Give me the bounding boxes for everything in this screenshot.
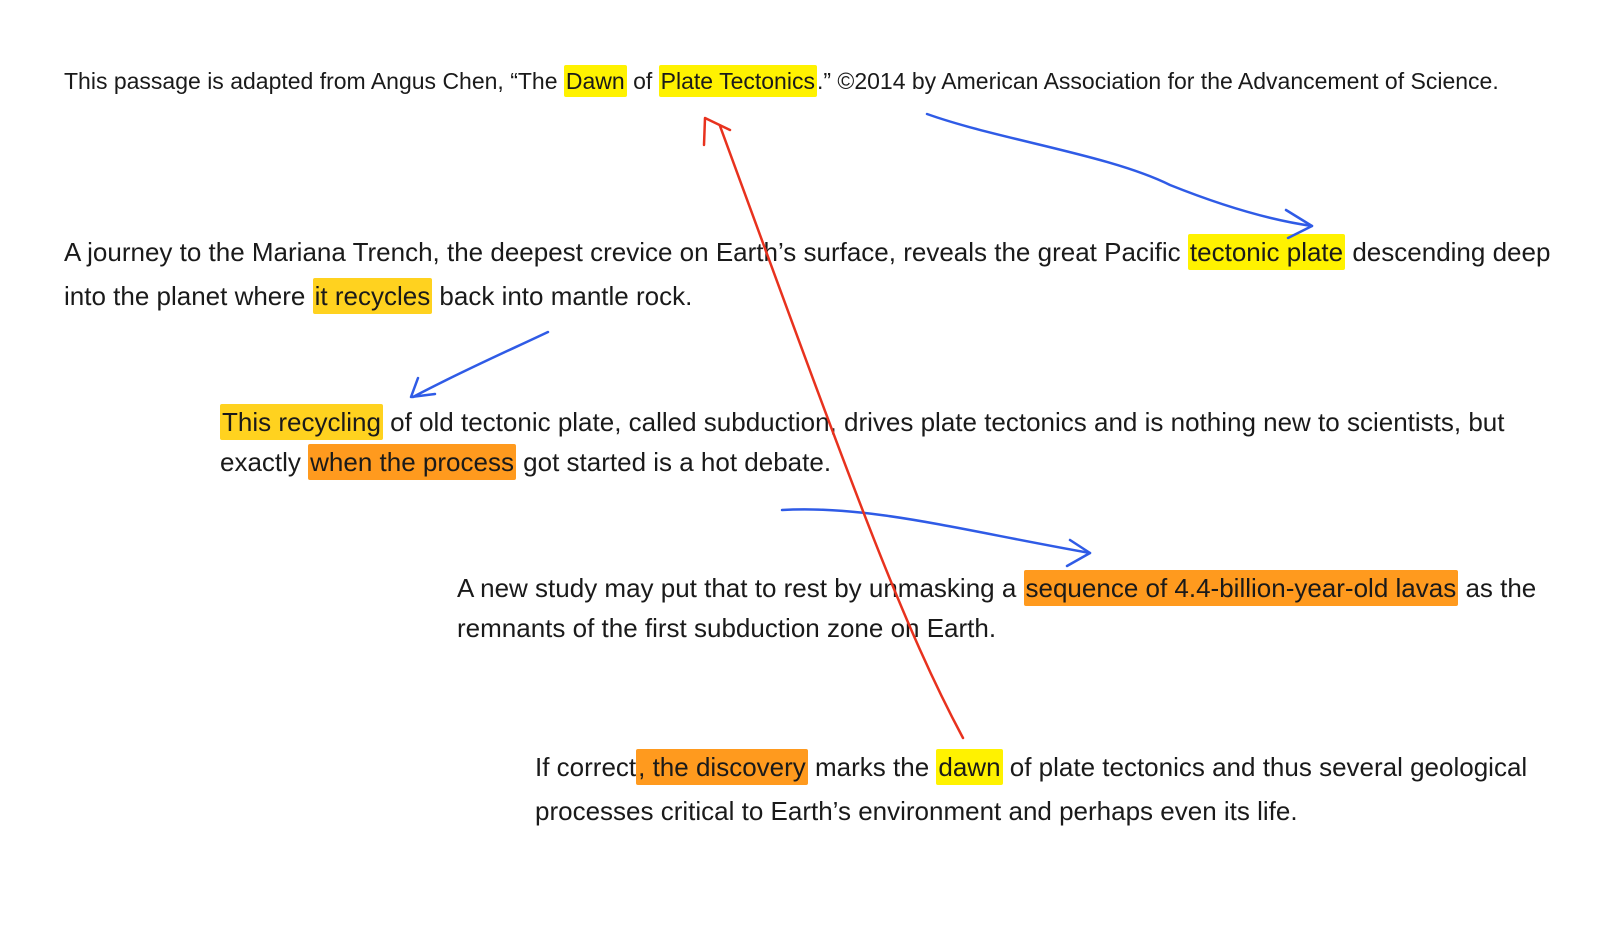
text-run: This passage is adapted from Angus Chen,… xyxy=(64,68,564,94)
text-run: A journey to the Mariana Trench, the dee… xyxy=(64,237,1188,267)
paragraph-mariana-trench: A journey to the Mariana Trench, the dee… xyxy=(64,230,1564,318)
text-run: marks the xyxy=(807,752,937,782)
text-run: If correct xyxy=(535,752,637,782)
text-run: of xyxy=(626,68,659,94)
highlight-this-recycling: This recycling xyxy=(220,404,383,440)
highlight-plate-tectonics-title: Plate Tectonics xyxy=(658,65,817,97)
text-run: back into mantle rock. xyxy=(432,281,693,311)
highlight-when-the-process: when the process xyxy=(308,444,516,480)
blue-arrow-process-to-sequence xyxy=(780,508,1092,568)
paragraph-new-study: A new study may put that to rest by unma… xyxy=(457,568,1557,648)
source-citation: This passage is adapted from Angus Chen,… xyxy=(64,60,1574,102)
blue-arrow-title-to-tectonic-plate xyxy=(925,112,1314,240)
paragraph-if-correct: If correct, the discovery marks the dawn… xyxy=(535,745,1585,833)
text-run: got started is a hot debate. xyxy=(515,447,832,477)
highlight-dawn-title: Dawn xyxy=(563,65,627,97)
text-run: A new study may put that to rest by unma… xyxy=(457,573,1024,603)
paragraph-subduction: This recycling of old tectonic plate, ca… xyxy=(220,402,1520,482)
highlight-it-recycles: it recycles xyxy=(312,278,433,314)
highlight-tectonic-plate: tectonic plate xyxy=(1187,234,1346,270)
highlight-sequence-of-lavas: sequence of 4.4-billion-year-old lavas xyxy=(1023,570,1459,606)
highlight-dawn: dawn xyxy=(936,749,1003,785)
blue-arrow-recycles-to-this-recycling xyxy=(409,330,550,399)
text-run: .” ©2014 by American Association for the… xyxy=(816,68,1499,94)
highlight-the-discovery: , the discovery xyxy=(636,749,808,785)
